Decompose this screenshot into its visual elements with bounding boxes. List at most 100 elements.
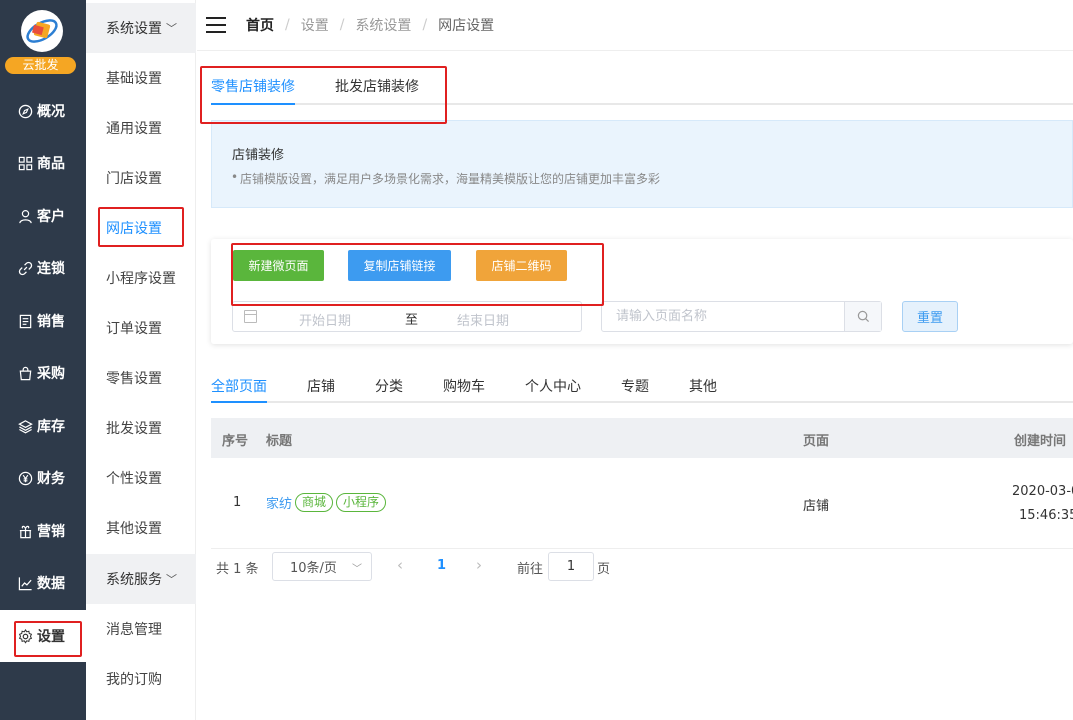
breadcrumb-home[interactable]: 首页 bbox=[246, 15, 274, 35]
column-header-index: 序号 bbox=[222, 434, 249, 449]
next-page-icon[interactable]: › bbox=[476, 556, 482, 574]
tab-wholesale-decoration[interactable]: 批发店铺装修 bbox=[335, 76, 419, 96]
reset-button[interactable]: 重置 bbox=[902, 301, 958, 332]
row-title-link[interactable]: 家纺 bbox=[266, 493, 292, 512]
group-label: 系统服务 bbox=[106, 572, 162, 588]
subnav-item-general[interactable]: 通用设置 bbox=[86, 103, 196, 153]
search-button[interactable] bbox=[844, 302, 881, 331]
subnav-group-system-services[interactable]: 系统服务 ﹀ bbox=[86, 554, 196, 604]
chevron-down-icon: ﹀ bbox=[352, 564, 362, 575]
tab-topics[interactable]: 专题 bbox=[621, 376, 649, 396]
info-title: 店铺装修 bbox=[232, 148, 285, 163]
layers-icon bbox=[17, 418, 33, 434]
compass-icon bbox=[17, 103, 33, 119]
table-row[interactable]: 1 家纺 商城 小程序 店铺 2020-03-06 15:46:35 bbox=[211, 458, 1073, 549]
nav-label: 设置 bbox=[37, 629, 65, 645]
new-page-button[interactable]: 新建微页面 bbox=[233, 250, 324, 281]
nav-products[interactable]: 商品 bbox=[0, 137, 86, 189]
nav-label: 库存 bbox=[37, 419, 65, 435]
tag-mall: 商城 bbox=[295, 493, 334, 512]
page-category-tabs: 全部页面 店铺 分类 购物车 个人中心 专题 其他 bbox=[211, 364, 1073, 403]
nav-label: 营销 bbox=[37, 524, 65, 540]
bag-icon bbox=[17, 365, 33, 381]
qr-code-button[interactable]: 店铺二维码 bbox=[476, 250, 567, 281]
goto-label: 前往 bbox=[517, 562, 544, 577]
nav-sales[interactable]: 销售 bbox=[0, 295, 86, 347]
date-range-picker[interactable]: 开始日期 至 结束日期 bbox=[232, 301, 582, 332]
column-header-title: 标题 bbox=[266, 434, 293, 449]
prev-page-icon[interactable]: ‹ bbox=[397, 556, 403, 574]
end-date-field[interactable]: 结束日期 bbox=[457, 310, 509, 329]
app-logo[interactable] bbox=[21, 10, 63, 52]
brand-badge: 云批发 bbox=[5, 57, 76, 74]
tab-store[interactable]: 店铺 bbox=[307, 376, 335, 396]
nav-label: 商品 bbox=[37, 156, 65, 172]
page-number-current[interactable]: 1 bbox=[437, 558, 446, 573]
nav-data[interactable]: 数据 bbox=[0, 557, 86, 609]
page-search bbox=[601, 301, 882, 332]
subnav-item-online-store[interactable]: 网店设置 bbox=[86, 203, 196, 253]
subnav-item-store[interactable]: 门店设置 bbox=[86, 153, 196, 203]
search-icon bbox=[857, 310, 869, 323]
nav-inventory[interactable]: 库存 bbox=[0, 400, 86, 452]
tab-active-indicator bbox=[211, 401, 267, 403]
tab-user-center[interactable]: 个人中心 bbox=[525, 376, 581, 396]
subnav-group-system-settings[interactable]: 系统设置 ﹀ bbox=[86, 3, 196, 53]
total-count: 共 1 条 bbox=[216, 562, 259, 577]
tab-cart[interactable]: 购物车 bbox=[443, 376, 485, 396]
date-range-separator: 至 bbox=[405, 313, 419, 328]
nav-label: 概况 bbox=[37, 104, 65, 120]
nav-label: 客户 bbox=[37, 209, 65, 225]
nav-settings[interactable]: 设置 bbox=[0, 610, 86, 662]
breadcrumb: 首页 / 设置 / 系统设置 / 网店设置 bbox=[246, 15, 494, 35]
search-input[interactable] bbox=[602, 302, 845, 331]
nav-purchase[interactable]: 采购 bbox=[0, 347, 86, 399]
row-date: 2020-03-06 bbox=[1012, 484, 1073, 499]
subnav-item-wholesale[interactable]: 批发设置 bbox=[86, 403, 196, 453]
nav-customers[interactable]: 客户 bbox=[0, 190, 86, 242]
logo-icon bbox=[24, 13, 60, 49]
pagination: 共 1 条 10条/页 ﹀ ‹ 1 › 前往 1 页 bbox=[211, 551, 1073, 581]
breadcrumb-separator: / bbox=[339, 17, 345, 33]
action-card: 新建微页面 复制店铺链接 店铺二维码 开始日期 至 结束日期 重置 bbox=[211, 239, 1073, 344]
breadcrumb-system-settings[interactable]: 系统设置 bbox=[355, 15, 411, 35]
top-header: 首页 / 设置 / 系统设置 / 网店设置 bbox=[197, 0, 1073, 51]
tab-all-pages[interactable]: 全部页面 bbox=[211, 376, 267, 396]
yen-icon bbox=[17, 470, 33, 486]
copy-link-button[interactable]: 复制店铺链接 bbox=[348, 250, 451, 281]
column-header-created: 创建时间 bbox=[1014, 434, 1067, 449]
subnav-item-retail[interactable]: 零售设置 bbox=[86, 353, 196, 403]
subnav-item-other[interactable]: 其他设置 bbox=[86, 503, 196, 553]
menu-toggle-icon[interactable] bbox=[206, 17, 226, 33]
breadcrumb-separator: / bbox=[285, 17, 290, 33]
gift-icon bbox=[17, 523, 33, 539]
nav-label: 销售 bbox=[37, 314, 65, 330]
page-size-select[interactable]: 10条/页 ﹀ bbox=[272, 552, 372, 581]
nav-label: 采购 bbox=[37, 366, 65, 382]
document-icon bbox=[17, 313, 33, 329]
tab-category[interactable]: 分类 bbox=[375, 376, 403, 396]
breadcrumb-settings[interactable]: 设置 bbox=[301, 15, 329, 35]
info-description: 店铺模版设置，满足用户多场景化需求，海量精美模版让您的店铺更加丰富多彩 bbox=[231, 170, 660, 187]
main-sidebar: 云批发 概况 商品 客户 连锁 销售 采购 库存 财务 营销 数据 设置 bbox=[0, 0, 86, 720]
row-index: 1 bbox=[233, 495, 242, 510]
row-page-type: 店铺 bbox=[803, 499, 830, 514]
start-date-field[interactable]: 开始日期 bbox=[299, 310, 351, 329]
tab-retail-decoration[interactable]: 零售店铺装修 bbox=[211, 76, 295, 96]
nav-marketing[interactable]: 营销 bbox=[0, 505, 86, 557]
subnav-item-personal[interactable]: 个性设置 bbox=[86, 453, 196, 503]
subnav-item-basic[interactable]: 基础设置 bbox=[86, 53, 196, 103]
subnav-item-miniprogram[interactable]: 小程序设置 bbox=[86, 253, 196, 303]
tag-miniprogram: 小程序 bbox=[336, 493, 387, 512]
subnav-item-subscriptions[interactable]: 我的订购 bbox=[86, 654, 196, 704]
chevron-down-icon: ﹀ bbox=[166, 573, 177, 586]
subnav-item-messages[interactable]: 消息管理 bbox=[86, 604, 196, 654]
nav-finance[interactable]: 财务 bbox=[0, 452, 86, 504]
subnav-item-orders[interactable]: 订单设置 bbox=[86, 303, 196, 353]
breadcrumb-separator: / bbox=[422, 17, 428, 33]
page-size-value: 10条/页 bbox=[290, 561, 337, 576]
nav-chain[interactable]: 连锁 bbox=[0, 242, 86, 294]
nav-overview[interactable]: 概况 bbox=[0, 85, 86, 137]
page-jump-input[interactable]: 1 bbox=[548, 552, 594, 581]
tab-other[interactable]: 其他 bbox=[689, 376, 717, 396]
